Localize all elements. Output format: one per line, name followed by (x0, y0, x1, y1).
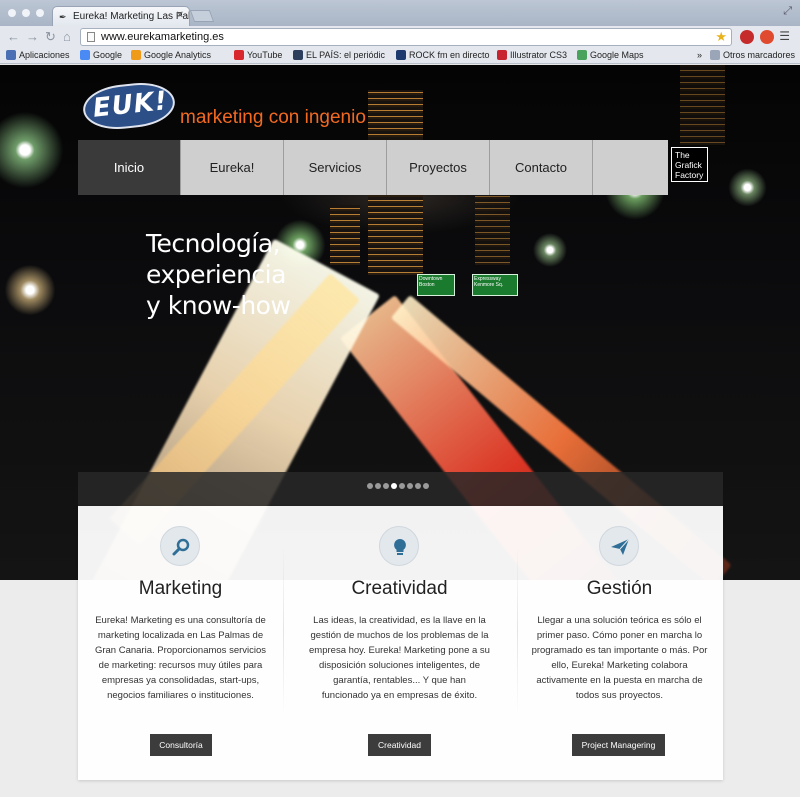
street-light-image (0, 265, 60, 315)
extension-adblock-icon[interactable] (740, 30, 754, 44)
service-description: Llegar a una solución teórica es sólo el… (531, 615, 708, 701)
home-icon[interactable]: ⌂ (63, 29, 71, 44)
service-column-marketing: Marketing Eureka! Marketing es una consu… (78, 506, 283, 780)
page-icon (87, 32, 95, 42)
service-title: Gestión (586, 578, 653, 599)
bookmark-item[interactable]: Google Analytics (131, 50, 211, 60)
slider-dot[interactable] (399, 483, 405, 489)
extension-download-icon[interactable] (760, 30, 774, 44)
menu-item-contacto[interactable]: Contacto (490, 140, 593, 195)
menu-item-eureka[interactable]: Eureka! (181, 140, 284, 195)
slider-dot[interactable] (383, 483, 389, 489)
slider-dot-active[interactable] (391, 483, 397, 489)
service-title: Marketing (138, 578, 223, 599)
bookmark-item[interactable]: Illustrator CS3 (497, 50, 567, 60)
menu-item-proyectos[interactable]: Proyectos (387, 140, 490, 195)
window-minimize-button[interactable] (22, 9, 30, 17)
back-icon[interactable]: ← (7, 29, 20, 44)
fullscreen-icon[interactable]: ⤢ (783, 5, 792, 18)
other-bookmarks[interactable]: Otros marcadores (710, 50, 795, 60)
slider-dot[interactable] (375, 483, 381, 489)
maps-icon (577, 50, 587, 60)
menu-spacer (593, 140, 668, 195)
grafick-factory-logo[interactable]: The Grafick Factory (671, 147, 708, 182)
slider-dot[interactable] (423, 483, 429, 489)
bookmark-favicon-icon (293, 50, 303, 60)
building-image (475, 185, 510, 265)
building-image (680, 65, 725, 145)
bookmark-item[interactable]: Aplicaciones (6, 50, 70, 60)
slider-dot[interactable] (407, 483, 413, 489)
bookmark-star-icon[interactable]: ★ (715, 29, 727, 45)
web-page: Downtown Boston Expressway Kenmore Sq. E… (0, 65, 800, 797)
service-description: Eureka! Marketing es una consultoría de … (94, 615, 267, 701)
youtube-icon (234, 50, 244, 60)
magnifier-icon (160, 526, 200, 566)
apps-icon (6, 50, 16, 60)
bookmark-favicon-icon (131, 50, 141, 60)
new-tab-button[interactable] (189, 10, 215, 22)
creatividad-button[interactable]: Creatividad (368, 734, 431, 756)
menu-item-servicios[interactable]: Servicios (284, 140, 387, 195)
slider-dots (367, 483, 429, 489)
highway-sign: Downtown Boston (417, 274, 455, 296)
slider-bar (78, 472, 723, 506)
hero-tagline: Tecnología, experiencia y know-how (146, 229, 291, 320)
slider-dot[interactable] (415, 483, 421, 489)
bookmark-item[interactable]: Google (80, 50, 122, 60)
street-light-image (530, 230, 570, 270)
paper-plane-icon (599, 526, 639, 566)
tab-close-icon[interactable]: ✕ (176, 10, 184, 21)
services-panel: Marketing Eureka! Marketing es una consu… (78, 506, 723, 780)
consultoria-button[interactable]: Consultoría (150, 734, 212, 756)
bookmark-item[interactable]: Google Maps (577, 50, 644, 60)
service-column-creatividad: Creatividad Las ideas, la creatividad, e… (297, 506, 502, 780)
window-zoom-button[interactable] (36, 9, 44, 17)
site-slogan: marketing con ingenio (180, 107, 366, 128)
browser-tab[interactable]: ✒ Eureka! Marketing Las Pal ✕ (52, 6, 190, 26)
bookmark-item[interactable]: EL PAÍS: el periódic (293, 50, 385, 60)
service-column-gestion: Gestión Llegar a una solución teórica es… (517, 506, 722, 780)
window-close-button[interactable] (8, 9, 16, 17)
bookmark-item[interactable]: ROCK fm en directo (396, 50, 490, 60)
site-favicon-icon: ✒ (59, 12, 67, 22)
service-description: Las ideas, la creatividad, es la llave e… (309, 615, 490, 701)
street-light-image (0, 105, 70, 195)
browser-toolbar: ← → ↻ ⌂ www.eurekamarketing.es ★ ☰ (0, 26, 800, 48)
folder-icon (710, 50, 720, 60)
slider-dot[interactable] (367, 483, 373, 489)
bookmark-favicon-icon (497, 50, 507, 60)
bookmark-item[interactable]: YouTube (234, 50, 282, 60)
street-light-image (725, 165, 770, 210)
bookmarks-bar: Aplicaciones Google Google Analytics You… (0, 48, 800, 64)
project-managering-button[interactable]: Project Managering (572, 734, 665, 756)
menu-item-inicio[interactable]: Inicio (78, 140, 181, 195)
building-image (330, 205, 360, 265)
reload-icon[interactable]: ↻ (45, 29, 56, 45)
browser-menu-icon[interactable]: ☰ (779, 29, 790, 43)
service-title: Creatividad (351, 578, 448, 599)
forward-icon[interactable]: → (26, 29, 39, 44)
highway-sign: Expressway Kenmore Sq. (472, 274, 518, 296)
bookmarks-overflow[interactable]: » (697, 50, 702, 60)
address-bar[interactable]: www.eurekamarketing.es ★ (80, 28, 732, 46)
main-menu: Inicio Eureka! Servicios Proyectos Conta… (78, 140, 668, 195)
column-divider (283, 546, 284, 716)
url-text: www.eurekamarketing.es (101, 31, 224, 43)
bookmark-favicon-icon (396, 50, 406, 60)
site-logo[interactable]: EUK! (80, 79, 178, 133)
bookmark-favicon-icon (80, 50, 90, 60)
browser-tab-bar: ✒ Eureka! Marketing Las Pal ✕ ⤢ (0, 0, 800, 26)
tab-title: Eureka! Marketing Las Pal (73, 11, 190, 22)
lightbulb-icon (379, 526, 419, 566)
